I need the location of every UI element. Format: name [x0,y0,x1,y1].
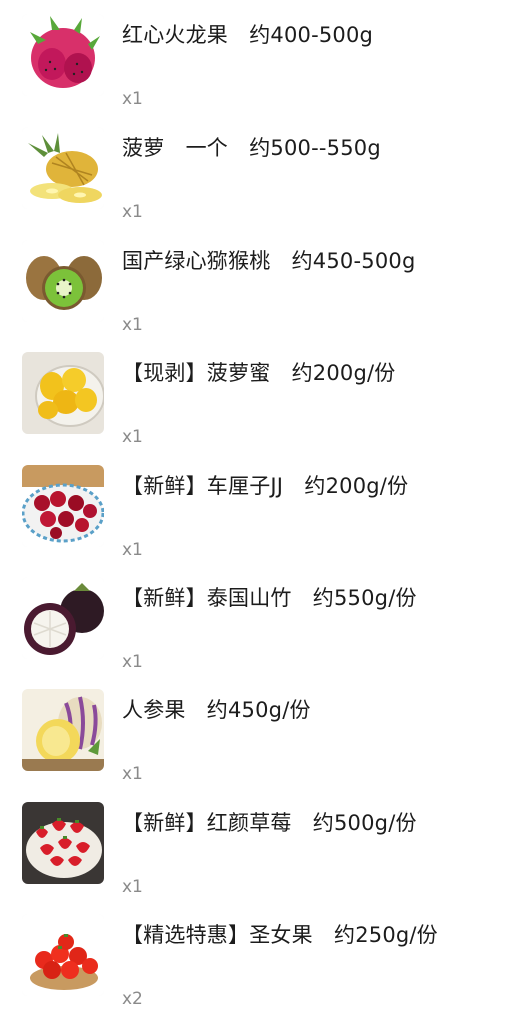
cherry-tomato-image [22,914,104,996]
list-item[interactable]: 【新鲜】红颜草莓 约500g/份 x1 [0,800,521,912]
dragon-fruit-image [22,14,104,96]
mangosteen-image [22,577,104,659]
strawberry-image [22,802,104,884]
item-quantity: x1 [122,764,143,784]
list-item[interactable]: 国产绿心猕猴桃 约450-500g x1 [0,238,521,350]
list-item[interactable]: 【新鲜】泰国山竹 约550g/份 x1 [0,575,521,687]
item-title: 【新鲜】泰国山竹 约550g/份 [122,586,417,610]
item-title: 【精选特惠】圣女果 约250g/份 [122,923,438,947]
item-quantity: x1 [122,652,143,672]
item-title: 【新鲜】红颜草莓 约500g/份 [122,811,417,835]
item-quantity: x1 [122,315,143,335]
item-quantity: x1 [122,540,143,560]
list-item[interactable]: 人参果 约450g/份 x1 [0,687,521,799]
item-title: 【现剥】菠萝蜜 约200g/份 [122,361,396,385]
jackfruit-image [22,352,104,434]
list-item[interactable]: 红心火龙果 约400-500g x1 [0,12,521,124]
item-quantity: x1 [122,202,143,222]
item-title: 菠萝 一个 约500--550g [122,136,381,160]
list-item[interactable]: 【现剥】菠萝蜜 约200g/份 x1 [0,350,521,462]
pineapple-image [22,127,104,209]
item-title: 【新鲜】车厘子JJ 约200g/份 [122,474,409,498]
pepino-image [22,689,104,771]
item-title: 人参果 约450g/份 [122,698,311,722]
item-quantity: x1 [122,89,143,109]
item-quantity: x1 [122,427,143,447]
list-item[interactable]: 【新鲜】车厘子JJ 约200g/份 x1 [0,463,521,575]
kiwi-image [22,240,104,322]
item-title: 国产绿心猕猴桃 约450-500g [122,249,416,273]
order-item-list: 红心火龙果 约400-500g x1 菠萝 一个 约500--550g x1 国… [0,0,521,1016]
list-item[interactable]: 【精选特惠】圣女果 约250g/份 x2 [0,912,521,1024]
item-title: 红心火龙果 约400-500g [122,23,374,47]
cherry-image [22,465,104,547]
item-quantity: x1 [122,877,143,897]
item-quantity: x2 [122,989,143,1009]
list-item[interactable]: 菠萝 一个 约500--550g x1 [0,125,521,237]
